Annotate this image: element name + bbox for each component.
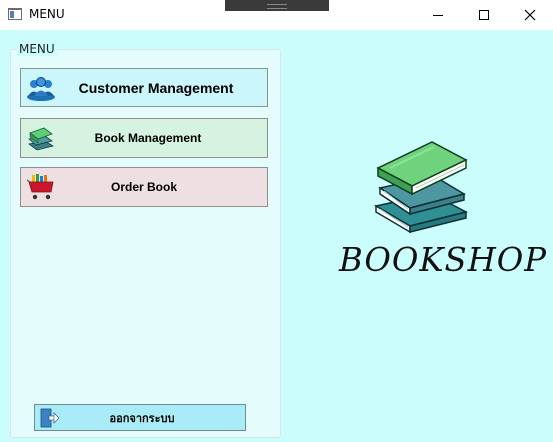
drag-handle[interactable]	[225, 0, 329, 11]
minimize-icon	[433, 15, 443, 16]
book-management-label: Book Management	[94, 131, 202, 145]
menu-groupbox	[10, 49, 281, 438]
order-book-label: Order Book	[110, 180, 177, 194]
customer-management-label: Customer Management	[78, 79, 234, 96]
minimize-button[interactable]	[415, 0, 461, 30]
books-icon	[28, 127, 55, 151]
app-window-icon	[8, 8, 22, 20]
cart-icon	[26, 174, 54, 200]
order-book-button[interactable]: Order Book	[20, 167, 268, 207]
maximize-button[interactable]	[461, 0, 507, 30]
window-title: MENU	[29, 7, 65, 21]
book-management-button[interactable]: Book Management	[20, 118, 268, 158]
close-button[interactable]	[507, 0, 553, 30]
logout-icon	[40, 408, 60, 428]
logout-label: ออกจากระบบ	[109, 411, 175, 425]
client-area: MENU Customer Management Book Management	[0, 30, 553, 442]
menu-group-title: MENU	[17, 42, 57, 56]
bookshop-title: BOOKSHOP	[339, 240, 548, 279]
title-bar[interactable]: MENU	[0, 0, 553, 30]
customer-management-button[interactable]: Customer Management	[20, 68, 268, 107]
close-icon	[524, 9, 536, 21]
maximize-icon	[479, 10, 489, 20]
customers-icon	[27, 77, 55, 101]
logout-button[interactable]: ออกจากระบบ	[34, 404, 246, 431]
books-stack-icon	[373, 141, 469, 234]
